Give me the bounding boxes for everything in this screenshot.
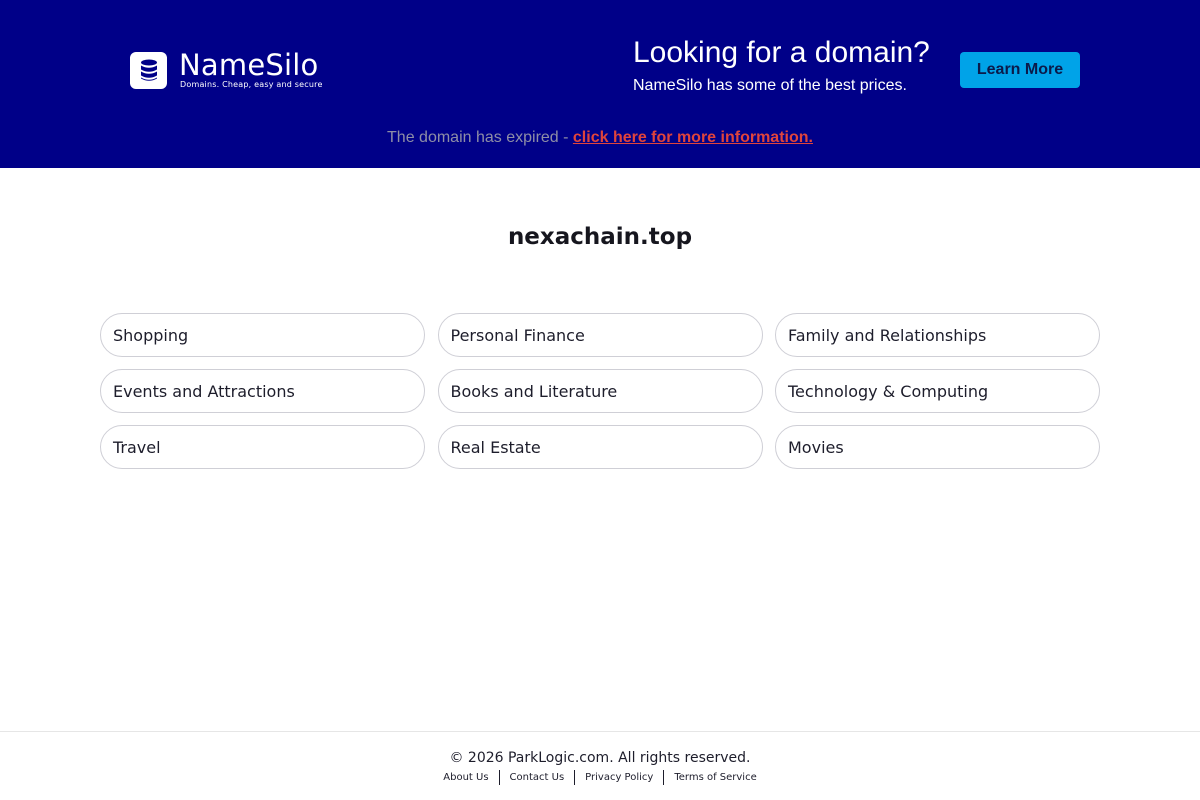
footer-divider <box>574 770 576 785</box>
expired-text: The domain has expired - <box>387 129 573 146</box>
promo-title: Looking for a domain? <box>633 36 930 69</box>
category-movies[interactable]: Movies <box>775 425 1100 469</box>
category-travel[interactable]: Travel <box>100 425 425 469</box>
footer-link-about-us[interactable]: About Us <box>443 771 488 785</box>
database-icon <box>130 51 167 89</box>
footer-link-contact-us[interactable]: Contact Us <box>510 771 565 785</box>
logo-name: NameSilo <box>179 48 319 82</box>
footer-link-privacy-policy[interactable]: Privacy Policy <box>585 771 653 785</box>
category-personal-finance[interactable]: Personal Finance <box>437 313 763 357</box>
footer-links: About Us Contact Us Privacy Policy Terms… <box>0 770 1200 785</box>
category-shopping[interactable]: Shopping <box>100 313 425 357</box>
category-events-and-attractions[interactable]: Events and Attractions <box>100 369 425 413</box>
domain-name-heading: nexachain.top <box>507 224 693 250</box>
promo-subtitle: NameSilo has some of the best prices. <box>633 77 907 94</box>
learn-more-button[interactable]: Learn More <box>960 52 1080 88</box>
category-family-and-relationships[interactable]: Family and Relationships <box>775 313 1100 357</box>
footer: © 2026 ParkLogic.com. All rights reserve… <box>0 731 1200 800</box>
category-grid: Shopping Personal Finance Family and Rel… <box>100 313 1100 469</box>
footer-divider <box>498 770 500 785</box>
footer-divider <box>663 770 665 785</box>
expired-notice: The domain has expired - click here for … <box>0 128 1200 148</box>
category-books-and-literature[interactable]: Books and Literature <box>437 369 763 413</box>
top-banner: NameSilo Domains. Cheap, easy and secure… <box>0 0 1200 168</box>
namesilo-logo[interactable]: NameSilo Domains. Cheap, easy and secure <box>130 50 323 90</box>
logo-text: NameSilo Domains. Cheap, easy and secure <box>179 50 323 90</box>
category-technology-and-computing[interactable]: Technology & Computing <box>775 369 1100 413</box>
more-information-link[interactable]: click here for more information. <box>573 129 813 146</box>
copyright-text: © 2026 ParkLogic.com. All rights reserve… <box>449 750 751 766</box>
category-real-estate[interactable]: Real Estate <box>437 425 763 469</box>
promo-block: Looking for a domain? NameSilo has some … <box>633 34 930 96</box>
footer-link-terms-of-service[interactable]: Terms of Service <box>674 771 756 785</box>
logo-tagline: Domains. Cheap, easy and secure <box>180 80 323 89</box>
